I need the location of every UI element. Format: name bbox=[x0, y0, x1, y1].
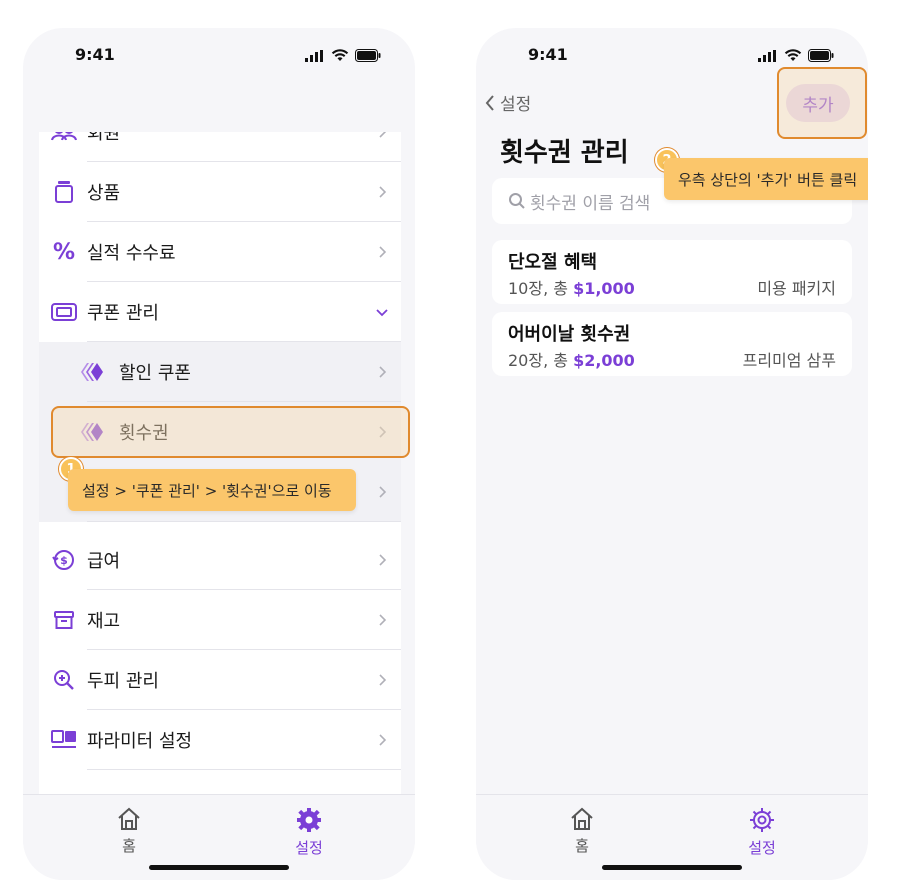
menu-label: 재고 bbox=[87, 611, 121, 632]
home-indicator bbox=[149, 865, 289, 870]
back-button[interactable]: 설정 bbox=[484, 90, 531, 115]
gear-icon bbox=[297, 808, 321, 832]
chevron-right-icon bbox=[379, 366, 387, 378]
chevron-right-icon bbox=[379, 734, 387, 746]
menu-label: 회원 bbox=[87, 132, 121, 144]
product-icon bbox=[51, 179, 77, 205]
wifi-icon bbox=[331, 49, 349, 61]
battery-icon bbox=[808, 49, 834, 62]
right-phone-screen: 9:41 설정 추가 횟수권 관리 횟수권 이름 검색 2 우측 상단의 '추가… bbox=[476, 28, 868, 880]
ticket-count: 10장, 총 bbox=[508, 279, 574, 298]
parameter-icon bbox=[51, 727, 77, 753]
tab-bar: 홈 설정 bbox=[476, 794, 868, 880]
tab-label: 설정 bbox=[295, 839, 323, 857]
highlight-ticket-item bbox=[51, 406, 410, 458]
menu-label: 파라미터 설정 bbox=[87, 731, 193, 752]
status-time: 9:41 bbox=[75, 45, 115, 64]
tab-label: 홈 bbox=[575, 837, 589, 855]
svg-text:$: $ bbox=[60, 554, 68, 567]
step-2-tooltip: 우측 상단의 '추가' 버튼 클릭 bbox=[664, 158, 868, 200]
tab-label: 홈 bbox=[122, 837, 136, 855]
menu-label: 실적 수수료 bbox=[87, 243, 176, 264]
ticket-card[interactable]: 단오절 혜택 10장, 총 $1,000 미용 패키지 bbox=[492, 240, 852, 304]
chevron-right-icon bbox=[379, 614, 387, 626]
wifi-icon bbox=[784, 49, 802, 61]
menu-label: 두피 관리 bbox=[87, 671, 159, 692]
highlight-add-button bbox=[777, 67, 867, 139]
chevron-down-icon bbox=[376, 309, 388, 317]
menu-item-product[interactable]: 상품 bbox=[39, 162, 401, 222]
menu-item-coupon-management[interactable]: 쿠폰 관리 bbox=[39, 282, 401, 342]
gear-icon bbox=[750, 808, 774, 832]
ticket-price: $1,000 bbox=[573, 279, 635, 298]
tab-label: 설정 bbox=[748, 839, 776, 857]
status-icons bbox=[758, 49, 834, 62]
tab-settings[interactable]: 설정 bbox=[722, 807, 802, 858]
tab-settings[interactable]: 설정 bbox=[269, 807, 349, 858]
menu-item-discount-coupon[interactable]: 할인 쿠폰 bbox=[39, 342, 401, 402]
chevron-right-icon bbox=[379, 132, 387, 138]
status-icons bbox=[305, 49, 381, 62]
menu-item-member[interactable]: 회원 bbox=[39, 132, 401, 162]
home-icon bbox=[118, 807, 140, 830]
settings-menu-list: 회원 상품 % 실적 수수료 쿠폰 관리 할인 쿠폰 횟수권 $ 급여 재고 두… bbox=[39, 132, 401, 794]
ticket-service: 프리미엄 삼푸 bbox=[742, 351, 836, 370]
ticket-service: 미용 패키지 bbox=[757, 279, 836, 298]
ticket-card[interactable]: 어버이날 횟수권 20장, 총 $2,000 프리미엄 삼푸 bbox=[492, 312, 852, 376]
ticket-name: 어버이날 횟수권 bbox=[508, 324, 631, 345]
menu-item-scalp-care[interactable]: 두피 관리 bbox=[39, 650, 401, 710]
status-bar: 9:41 bbox=[23, 28, 415, 84]
percent-icon: % bbox=[52, 239, 76, 265]
home-indicator bbox=[602, 865, 742, 870]
home-icon bbox=[571, 807, 593, 830]
step-1-tooltip: 설정 > '쿠폰 관리' > '횟수권'으로 이동 bbox=[68, 469, 356, 511]
ticket-count-price: 20장, 총 $2,000 bbox=[508, 347, 635, 371]
salary-icon: $ bbox=[51, 547, 77, 573]
search-placeholder: 횟수권 이름 검색 bbox=[530, 193, 651, 214]
ticket-count-price: 10장, 총 $1,000 bbox=[508, 275, 635, 299]
signal-icon bbox=[305, 49, 323, 62]
member-icon bbox=[51, 132, 77, 145]
tab-home[interactable]: 홈 bbox=[89, 807, 169, 856]
signal-icon bbox=[758, 49, 776, 62]
diamond-icon bbox=[79, 359, 105, 385]
ticket-name: 단오절 혜택 bbox=[508, 252, 598, 273]
ticket-price: $2,000 bbox=[573, 351, 635, 370]
chevron-right-icon bbox=[379, 554, 387, 566]
tab-home[interactable]: 홈 bbox=[542, 807, 622, 856]
coupon-icon bbox=[51, 299, 77, 325]
menu-label: 급여 bbox=[87, 551, 121, 572]
menu-label: 쿠폰 관리 bbox=[87, 303, 159, 324]
back-label: 설정 bbox=[500, 95, 532, 115]
menu-item-parameter-settings[interactable]: 파라미터 설정 bbox=[39, 710, 401, 770]
chevron-right-icon bbox=[379, 674, 387, 686]
page-title: 횟수권 관리 bbox=[500, 138, 629, 168]
menu-label: 상품 bbox=[87, 183, 121, 204]
inventory-icon bbox=[51, 607, 77, 633]
menu-item-commission[interactable]: % 실적 수수료 bbox=[39, 222, 401, 282]
chevron-right-icon bbox=[379, 486, 387, 498]
left-phone-screen: 9:41 회원 상품 % 실적 수수료 쿠폰 관리 할인 쿠폰 횟수권 $ 급여… bbox=[23, 28, 415, 880]
ticket-count: 20장, 총 bbox=[508, 351, 574, 370]
menu-label: 할인 쿠폰 bbox=[119, 363, 191, 384]
chevron-right-icon bbox=[379, 186, 387, 198]
tab-bar: 홈 설정 bbox=[23, 794, 415, 880]
chevron-right-icon bbox=[379, 246, 387, 258]
scalp-icon bbox=[51, 667, 77, 693]
status-time: 9:41 bbox=[528, 45, 568, 64]
battery-icon bbox=[355, 49, 381, 62]
chevron-left-icon bbox=[485, 94, 494, 111]
menu-item-inventory[interactable]: 재고 bbox=[39, 590, 401, 650]
search-icon bbox=[509, 193, 525, 209]
menu-item-salary[interactable]: $ 급여 bbox=[39, 530, 401, 590]
